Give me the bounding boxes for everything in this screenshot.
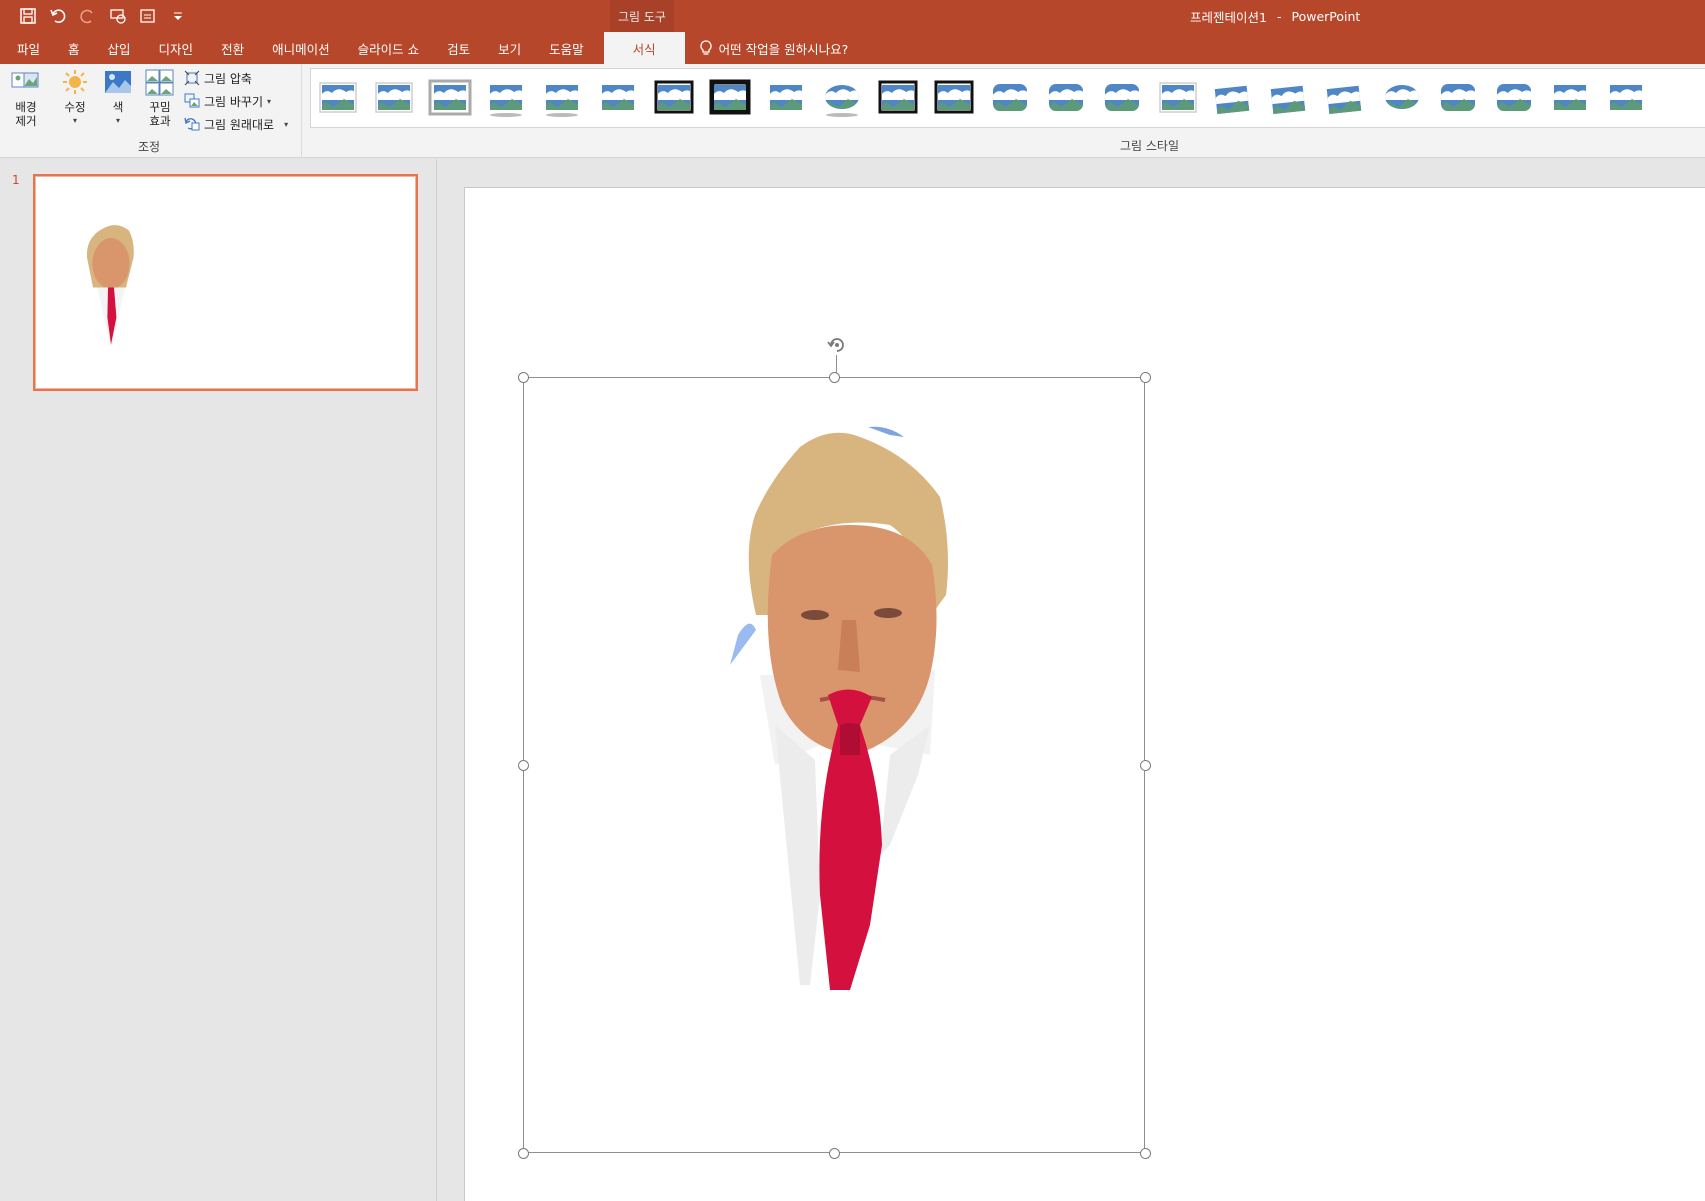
resize-handle-bottom-right[interactable] (1140, 1148, 1151, 1159)
picture-style-10[interactable] (819, 78, 864, 118)
slide-number: 1 (12, 173, 20, 187)
title-bar: 그림 도구 프레젠테이션1 - PowerPoint (0, 0, 1705, 32)
remove-background-line2: 제거 (15, 114, 37, 128)
reset-picture-icon (184, 117, 200, 131)
picture-style-14[interactable] (1043, 78, 1088, 118)
chevron-down-icon: ▾ (115, 116, 120, 125)
change-picture-label: 그림 바꾸기 (204, 94, 264, 109)
artistic-effects-icon (145, 69, 174, 96)
picture-style-1[interactable] (315, 78, 360, 118)
sun-icon (63, 70, 87, 94)
reset-picture-label: 그림 원래대로 (204, 117, 275, 132)
picture-style-20[interactable] (1379, 78, 1424, 118)
adjust-small-buttons: 그림 압축 그림 바꾸기 ▾ 그림 원래대로 ▾ (184, 68, 288, 134)
save-icon[interactable] (16, 5, 40, 27)
picture-style-3[interactable] (427, 78, 472, 118)
title-separator: - (1276, 8, 1282, 24)
tab-design[interactable]: 디자인 (145, 32, 208, 64)
document-name: 프레젠테이션1 (1190, 9, 1267, 25)
tab-view[interactable]: 보기 (484, 32, 535, 64)
artistic-effects-button[interactable]: 꾸밈 효과 (140, 68, 180, 128)
artistic-effects-line1: 꾸밈 (149, 100, 171, 114)
slide-thumbnail-pane: 1 (0, 159, 437, 1201)
app-name: PowerPoint (1291, 8, 1361, 24)
color-button[interactable]: 색 ▾ (98, 68, 138, 128)
remove-background-button[interactable]: 배경 제거 (6, 68, 46, 128)
resize-handle-top-left[interactable] (518, 372, 529, 383)
tab-format[interactable]: 서식 (603, 32, 685, 64)
color-label: 색 (112, 100, 124, 114)
picture-style-13[interactable] (987, 78, 1032, 118)
tab-animations[interactable]: 애니메이션 (258, 32, 344, 64)
picture-style-16[interactable] (1155, 78, 1200, 118)
picture-style-7[interactable] (651, 78, 696, 118)
picture-selection-box[interactable] (523, 377, 1145, 1153)
tab-transitions[interactable]: 전환 (207, 32, 258, 64)
tell-me-label: 어떤 작업을 원하시나요? (718, 41, 849, 57)
from-beginning-icon[interactable] (106, 5, 130, 27)
lightbulb-icon (700, 40, 712, 55)
corrections-label: 수정 (64, 100, 86, 114)
compress-icon (184, 70, 200, 86)
picture-style-24[interactable] (1603, 78, 1648, 118)
picture-style-4[interactable] (483, 78, 528, 118)
picture-style-5[interactable] (539, 78, 584, 118)
resize-handle-top-right[interactable] (1140, 372, 1151, 383)
resize-handle-right[interactable] (1140, 760, 1151, 771)
tab-file[interactable]: 파일 (0, 32, 54, 64)
quick-access-toolbar (16, 5, 190, 27)
redo-icon[interactable] (76, 5, 100, 27)
resize-handle-bottom[interactable] (829, 1148, 840, 1159)
chevron-down-icon: ▾ (267, 96, 272, 106)
customize-icon[interactable] (166, 5, 190, 27)
resize-handle-left[interactable] (518, 760, 529, 771)
tab-review[interactable]: 검토 (433, 32, 484, 64)
resize-handle-bottom-left[interactable] (518, 1148, 529, 1159)
picture-style-19[interactable] (1323, 78, 1368, 118)
picture-style-12[interactable] (931, 78, 976, 118)
adjust-group-label: 조정 (138, 140, 161, 154)
slide-thumbnail[interactable] (33, 174, 418, 391)
picture-style-21[interactable] (1435, 78, 1480, 118)
picture-style-23[interactable] (1547, 78, 1592, 118)
picture-style-11[interactable] (875, 78, 920, 118)
chevron-down-icon: ▾ (284, 119, 289, 129)
layout-icon[interactable] (136, 5, 160, 27)
picture-style-18[interactable] (1267, 78, 1312, 118)
remove-background-line1: 배경 (15, 100, 37, 114)
picture-style-9[interactable] (763, 78, 808, 118)
ribbon: 배경 제거 수정 ▾ 색 ▾ 꾸밈 효과 그림 압축 그림 바꾸기 ▾ 그림 원… (0, 64, 1705, 158)
picture-tools-header: 그림 도구 (610, 0, 674, 32)
tab-slideshow[interactable]: 슬라이드 쇼 (344, 32, 433, 64)
thumbnail-picture (86, 225, 134, 345)
picture-style-22[interactable] (1491, 78, 1536, 118)
reset-picture-button[interactable]: 그림 원래대로 ▾ (184, 114, 288, 134)
remove-background-icon (11, 72, 39, 88)
chevron-down-icon: ▾ (72, 116, 77, 125)
document-title: 프레젠테이션1 - PowerPoint (1190, 0, 1360, 32)
ribbon-tabs: 파일 홈 삽입 디자인 전환 애니메이션 슬라이드 쇼 검토 보기 도움말 서식… (0, 32, 1705, 64)
adjust-group: 배경 제거 수정 ▾ 색 ▾ 꾸밈 효과 그림 압축 그림 바꾸기 ▾ 그림 원… (0, 64, 302, 158)
tell-me-box[interactable]: 어떤 작업을 원하시나요? (685, 32, 849, 64)
tab-help[interactable]: 도움말 (535, 32, 598, 64)
compress-pictures-button[interactable]: 그림 압축 (184, 68, 288, 88)
tab-home[interactable]: 홈 (54, 32, 94, 64)
picture-styles-group-label: 그림 스타일 (1120, 139, 1180, 153)
picture-style-17[interactable] (1211, 78, 1256, 118)
picture-style-6[interactable] (595, 78, 640, 118)
tab-insert[interactable]: 삽입 (94, 32, 145, 64)
compress-pictures-label: 그림 압축 (204, 71, 252, 86)
picture-style-15[interactable] (1099, 78, 1144, 118)
undo-icon[interactable] (46, 5, 70, 27)
resize-handle-top[interactable] (829, 372, 840, 383)
change-picture-icon (184, 93, 200, 108)
picture-style-8[interactable] (707, 78, 752, 118)
picture-color-icon (105, 71, 131, 93)
corrections-button[interactable]: 수정 ▾ (55, 68, 95, 128)
picture-styles-gallery (310, 68, 1705, 128)
picture-style-2[interactable] (371, 78, 416, 118)
artistic-effects-line2: 효과 (149, 114, 171, 128)
change-picture-button[interactable]: 그림 바꾸기 ▾ (184, 91, 288, 111)
rotate-handle-icon[interactable] (825, 333, 849, 357)
